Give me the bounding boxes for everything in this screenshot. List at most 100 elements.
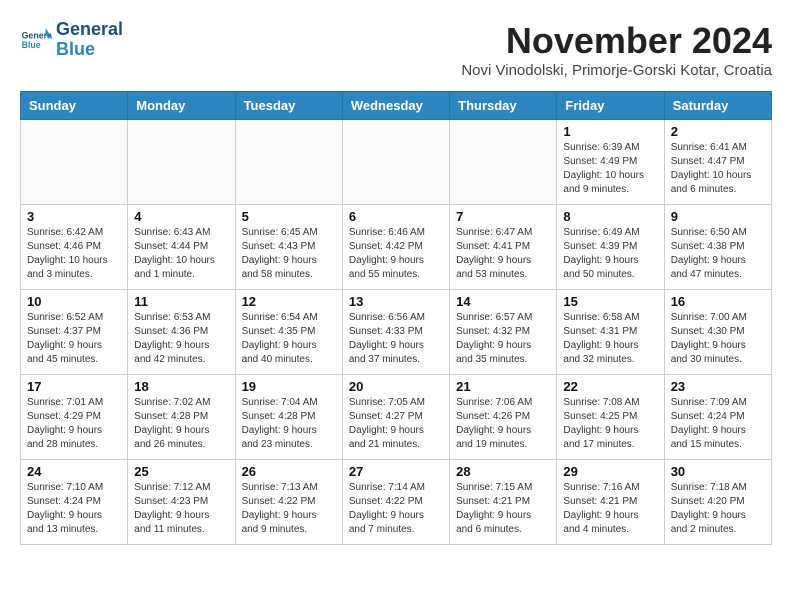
calendar-cell bbox=[21, 120, 128, 205]
calendar-cell: 29 Sunrise: 7:16 AM Sunset: 4:21 PM Dayli… bbox=[557, 460, 664, 545]
calendar-cell bbox=[342, 120, 449, 205]
day-number: 14 bbox=[456, 294, 550, 309]
day-number: 13 bbox=[349, 294, 443, 309]
day-info: Sunrise: 6:58 AM Sunset: 4:31 PM Dayligh… bbox=[563, 311, 657, 367]
day-info: Sunrise: 6:46 AM Sunset: 4:42 PM Dayligh… bbox=[349, 226, 443, 282]
calendar-cell: 22 Sunrise: 7:08 AM Sunset: 4:25 PM Dayli… bbox=[557, 375, 664, 460]
logo-line1: General bbox=[56, 20, 123, 40]
day-number: 9 bbox=[671, 209, 765, 224]
day-number: 7 bbox=[456, 209, 550, 224]
day-number: 5 bbox=[242, 209, 336, 224]
day-number: 4 bbox=[134, 209, 228, 224]
logo: General Blue General Blue bbox=[20, 20, 123, 60]
day-number: 3 bbox=[27, 209, 121, 224]
day-number: 18 bbox=[134, 379, 228, 394]
calendar-cell: 26 Sunrise: 7:13 AM Sunset: 4:22 PM Dayli… bbox=[235, 460, 342, 545]
day-info: Sunrise: 7:01 AM Sunset: 4:29 PM Dayligh… bbox=[27, 396, 121, 452]
day-info: Sunrise: 6:39 AM Sunset: 4:49 PM Dayligh… bbox=[563, 141, 657, 197]
calendar-cell: 9 Sunrise: 6:50 AM Sunset: 4:38 PM Daylig… bbox=[664, 205, 771, 290]
calendar-cell: 20 Sunrise: 7:05 AM Sunset: 4:27 PM Dayli… bbox=[342, 375, 449, 460]
column-header-tuesday: Tuesday bbox=[235, 92, 342, 120]
column-header-friday: Friday bbox=[557, 92, 664, 120]
day-number: 17 bbox=[27, 379, 121, 394]
day-number: 20 bbox=[349, 379, 443, 394]
calendar-cell: 17 Sunrise: 7:01 AM Sunset: 4:29 PM Dayli… bbox=[21, 375, 128, 460]
calendar-cell: 2Sunrise: 6:41 AM Sunset: 4:47 PM Daylig… bbox=[664, 120, 771, 205]
day-info: Sunrise: 6:54 AM Sunset: 4:35 PM Dayligh… bbox=[242, 311, 336, 367]
day-info: Sunrise: 7:02 AM Sunset: 4:28 PM Dayligh… bbox=[134, 396, 228, 452]
calendar-cell: 4 Sunrise: 6:43 AM Sunset: 4:44 PM Daylig… bbox=[128, 205, 235, 290]
calendar-cell: 19 Sunrise: 7:04 AM Sunset: 4:28 PM Dayli… bbox=[235, 375, 342, 460]
day-info: Sunrise: 7:12 AM Sunset: 4:23 PM Dayligh… bbox=[134, 481, 228, 537]
calendar-cell: 18 Sunrise: 7:02 AM Sunset: 4:28 PM Dayli… bbox=[128, 375, 235, 460]
calendar-cell: 8 Sunrise: 6:49 AM Sunset: 4:39 PM Daylig… bbox=[557, 205, 664, 290]
day-info: Sunrise: 7:15 AM Sunset: 4:21 PM Dayligh… bbox=[456, 481, 550, 537]
calendar-cell: 23 Sunrise: 7:09 AM Sunset: 4:24 PM Dayli… bbox=[664, 375, 771, 460]
calendar-cell: 5 Sunrise: 6:45 AM Sunset: 4:43 PM Daylig… bbox=[235, 205, 342, 290]
day-number: 26 bbox=[242, 464, 336, 479]
day-number: 22 bbox=[563, 379, 657, 394]
calendar-cell: 30 Sunrise: 7:18 AM Sunset: 4:20 PM Dayli… bbox=[664, 460, 771, 545]
day-number: 12 bbox=[242, 294, 336, 309]
column-header-thursday: Thursday bbox=[450, 92, 557, 120]
day-info: Sunrise: 7:13 AM Sunset: 4:22 PM Dayligh… bbox=[242, 481, 336, 537]
calendar-cell: 6 Sunrise: 6:46 AM Sunset: 4:42 PM Daylig… bbox=[342, 205, 449, 290]
day-number: 1 bbox=[563, 124, 657, 139]
day-number: 23 bbox=[671, 379, 765, 394]
location-subtitle: Novi Vinodolski, Primorje-Gorski Kotar, … bbox=[461, 62, 772, 79]
column-header-sunday: Sunday bbox=[21, 92, 128, 120]
calendar-cell: 3 Sunrise: 6:42 AM Sunset: 4:46 PM Daylig… bbox=[21, 205, 128, 290]
day-info: Sunrise: 7:16 AM Sunset: 4:21 PM Dayligh… bbox=[563, 481, 657, 537]
calendar-cell bbox=[450, 120, 557, 205]
day-info: Sunrise: 7:05 AM Sunset: 4:27 PM Dayligh… bbox=[349, 396, 443, 452]
day-number: 29 bbox=[563, 464, 657, 479]
day-number: 11 bbox=[134, 294, 228, 309]
day-info: Sunrise: 6:49 AM Sunset: 4:39 PM Dayligh… bbox=[563, 226, 657, 282]
day-info: Sunrise: 6:47 AM Sunset: 4:41 PM Dayligh… bbox=[456, 226, 550, 282]
day-info: Sunrise: 7:06 AM Sunset: 4:26 PM Dayligh… bbox=[456, 396, 550, 452]
day-info: Sunrise: 6:42 AM Sunset: 4:46 PM Dayligh… bbox=[27, 226, 121, 282]
calendar-cell bbox=[235, 120, 342, 205]
day-number: 19 bbox=[242, 379, 336, 394]
calendar-cell: 10 Sunrise: 6:52 AM Sunset: 4:37 PM Dayli… bbox=[21, 290, 128, 375]
calendar-cell: 16Sunrise: 7:00 AM Sunset: 4:30 PM Dayli… bbox=[664, 290, 771, 375]
calendar-cell: 28 Sunrise: 7:15 AM Sunset: 4:21 PM Dayli… bbox=[450, 460, 557, 545]
column-header-saturday: Saturday bbox=[664, 92, 771, 120]
day-info: Sunrise: 7:18 AM Sunset: 4:20 PM Dayligh… bbox=[671, 481, 765, 537]
calendar-cell: 13 Sunrise: 6:56 AM Sunset: 4:33 PM Dayli… bbox=[342, 290, 449, 375]
calendar-cell: 25Sunrise: 7:12 AM Sunset: 4:23 PM Dayli… bbox=[128, 460, 235, 545]
day-number: 15 bbox=[563, 294, 657, 309]
calendar-cell: 14 Sunrise: 6:57 AM Sunset: 4:32 PM Dayli… bbox=[450, 290, 557, 375]
day-number: 21 bbox=[456, 379, 550, 394]
day-info: Sunrise: 7:04 AM Sunset: 4:28 PM Dayligh… bbox=[242, 396, 336, 452]
day-info: Sunrise: 6:45 AM Sunset: 4:43 PM Dayligh… bbox=[242, 226, 336, 282]
calendar-cell: 15 Sunrise: 6:58 AM Sunset: 4:31 PM Dayli… bbox=[557, 290, 664, 375]
page-title: November 2024 bbox=[461, 20, 772, 62]
calendar-cell: 11 Sunrise: 6:53 AM Sunset: 4:36 PM Dayli… bbox=[128, 290, 235, 375]
svg-text:Blue: Blue bbox=[22, 40, 41, 50]
column-header-wednesday: Wednesday bbox=[342, 92, 449, 120]
day-number: 24 bbox=[27, 464, 121, 479]
calendar-cell: 7 Sunrise: 6:47 AM Sunset: 4:41 PM Daylig… bbox=[450, 205, 557, 290]
day-info: Sunrise: 6:41 AM Sunset: 4:47 PM Dayligh… bbox=[671, 141, 765, 197]
day-number: 6 bbox=[349, 209, 443, 224]
calendar-cell: 12 Sunrise: 6:54 AM Sunset: 4:35 PM Dayli… bbox=[235, 290, 342, 375]
day-info: Sunrise: 6:57 AM Sunset: 4:32 PM Dayligh… bbox=[456, 311, 550, 367]
day-info: Sunrise: 7:08 AM Sunset: 4:25 PM Dayligh… bbox=[563, 396, 657, 452]
day-number: 16 bbox=[671, 294, 765, 309]
calendar-cell: 27Sunrise: 7:14 AM Sunset: 4:22 PM Dayli… bbox=[342, 460, 449, 545]
day-info: Sunrise: 6:56 AM Sunset: 4:33 PM Dayligh… bbox=[349, 311, 443, 367]
day-info: Sunrise: 6:50 AM Sunset: 4:38 PM Dayligh… bbox=[671, 226, 765, 282]
day-info: Sunrise: 7:09 AM Sunset: 4:24 PM Dayligh… bbox=[671, 396, 765, 452]
calendar-cell: 21 Sunrise: 7:06 AM Sunset: 4:26 PM Dayli… bbox=[450, 375, 557, 460]
logo-line2: Blue bbox=[56, 40, 123, 60]
day-number: 10 bbox=[27, 294, 121, 309]
calendar-cell: 1 Sunrise: 6:39 AM Sunset: 4:49 PM Daylig… bbox=[557, 120, 664, 205]
day-number: 30 bbox=[671, 464, 765, 479]
day-info: Sunrise: 6:53 AM Sunset: 4:36 PM Dayligh… bbox=[134, 311, 228, 367]
day-number: 28 bbox=[456, 464, 550, 479]
calendar-table: SundayMondayTuesdayWednesdayThursdayFrid… bbox=[20, 91, 772, 545]
day-info: Sunrise: 6:43 AM Sunset: 4:44 PM Dayligh… bbox=[134, 226, 228, 282]
day-number: 8 bbox=[563, 209, 657, 224]
day-info: Sunrise: 6:52 AM Sunset: 4:37 PM Dayligh… bbox=[27, 311, 121, 367]
